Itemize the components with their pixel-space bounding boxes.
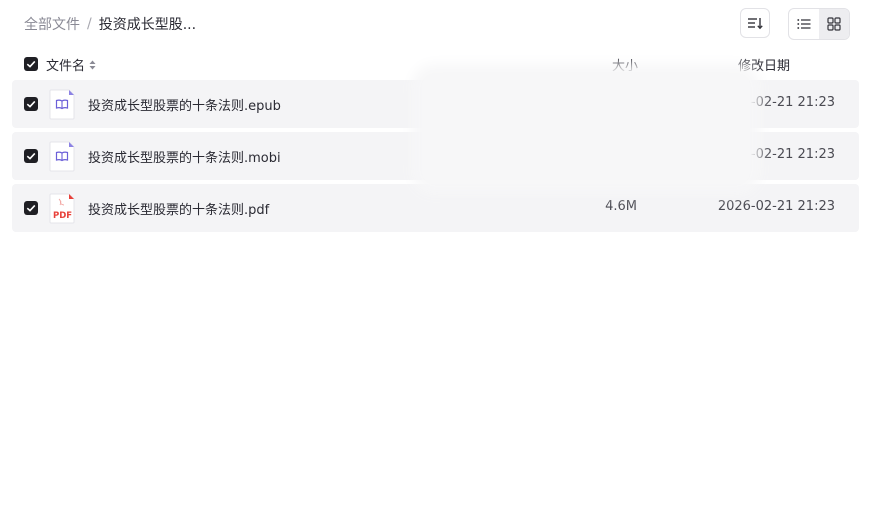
ebook-icon <box>49 141 75 172</box>
row-checkbox[interactable] <box>24 97 38 111</box>
grid-view-button[interactable] <box>819 9 849 39</box>
select-all-checkbox[interactable] <box>24 57 38 71</box>
file-name[interactable]: 投资成长型股票的十条法则.mobi <box>88 147 281 166</box>
sort-lines-icon <box>748 18 763 30</box>
breadcrumb-current-folder: 投资成长型股... <box>98 17 197 33</box>
list-view-button[interactable] <box>789 9 819 39</box>
file-row-pdf[interactable]: PDF 投资成长型股票的十条法则.pdf 4.6M 2026-02-21 21:… <box>12 184 859 232</box>
sort-button[interactable] <box>740 8 770 38</box>
checkmark-icon <box>26 100 36 108</box>
checkmark-icon <box>26 152 36 160</box>
name-column-label: 文件名 <box>46 59 86 74</box>
size-column-header[interactable]: 大小 <box>612 55 638 74</box>
row-checkbox[interactable] <box>24 201 38 215</box>
pdf-icon-label: PDF <box>53 211 72 221</box>
breadcrumb: 全部文件 / 投资成长型股... <box>24 14 196 34</box>
date-column-header[interactable]: 修改日期 <box>738 55 790 74</box>
checkmark-icon <box>26 204 36 212</box>
pdf-icon: PDF <box>49 193 75 224</box>
list-view-icon <box>797 19 811 29</box>
name-column-header[interactable]: 文件名 <box>46 55 96 74</box>
file-table-header: 文件名 大小 修改日期 <box>0 52 874 76</box>
breadcrumb-separator: / <box>87 16 92 32</box>
file-name[interactable]: 投资成长型股票的十条法则.pdf <box>88 199 269 218</box>
row-checkbox[interactable] <box>24 149 38 163</box>
breadcrumb-root-link[interactable]: 全部文件 <box>24 14 80 34</box>
grid-view-icon <box>827 17 841 31</box>
view-mode-toggle <box>788 8 850 40</box>
file-size: 4.6M <box>605 199 637 214</box>
blur-overlay <box>422 74 750 184</box>
top-bar: 全部文件 / 投资成长型股... <box>0 0 874 48</box>
file-name[interactable]: 投资成长型股票的十条法则.epub <box>88 95 281 114</box>
sort-caret-icon <box>89 59 96 71</box>
file-modified-date: 2026-02-21 21:23 <box>717 199 835 214</box>
ebook-icon <box>49 89 75 120</box>
checkmark-icon <box>26 60 36 68</box>
